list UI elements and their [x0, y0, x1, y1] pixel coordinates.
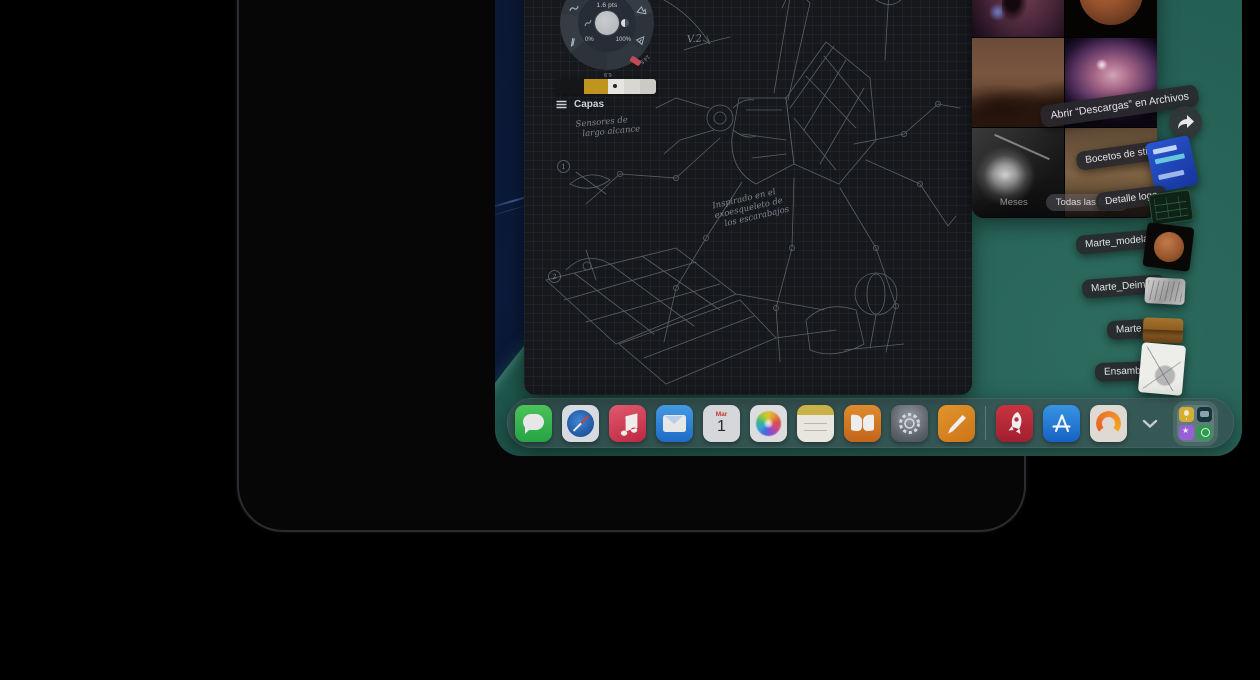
app-library-button[interactable] — [1173, 401, 1218, 446]
linea-sketch-app-icon[interactable] — [938, 405, 975, 442]
swatch-gold[interactable] — [584, 79, 608, 94]
max-opacity-label: 100% — [616, 37, 631, 43]
pen-diagonal-icon — [938, 405, 975, 442]
mini-star-icon — [1179, 425, 1194, 440]
messages-app-icon[interactable] — [515, 405, 552, 442]
app-store-app-icon[interactable] — [1043, 405, 1080, 442]
calendar-app-icon[interactable]: Mar 1 — [703, 405, 740, 442]
concepts-c-swirl-icon — [1096, 411, 1121, 436]
app-store-a-icon — [1043, 405, 1080, 442]
layers-label: Capas — [574, 99, 604, 110]
dock-divider — [985, 406, 986, 440]
annotation-version: V.2 — [687, 33, 703, 46]
mini-camera-icon — [1197, 407, 1212, 422]
forward-arrow-icon — [1177, 115, 1194, 130]
envelope-icon — [663, 415, 686, 432]
mars-globe — [1079, 0, 1143, 25]
drag-thumb-green-logo[interactable] — [1148, 189, 1194, 226]
calendar-day: 1 — [717, 419, 726, 436]
settings-app-icon[interactable] — [891, 405, 928, 442]
color-swatch-strip[interactable] — [556, 79, 656, 94]
music-note-icon — [609, 405, 646, 442]
swatch-black[interactable] — [556, 79, 584, 94]
swatch-light-gray[interactable] — [624, 79, 640, 94]
drag-thumb-mars-painting[interactable] — [1143, 317, 1184, 343]
stage: Escarabajo_azu... 59% 90° PR — [0, 0, 1260, 680]
drag-thumb-deimos-sketch[interactable] — [1144, 277, 1185, 305]
mini-clock-icon — [1197, 425, 1212, 440]
segment-months[interactable]: Meses — [1000, 197, 1028, 208]
app-library-icon — [1177, 405, 1214, 442]
music-app-icon[interactable] — [609, 405, 646, 442]
chevron-down-icon[interactable] — [1137, 419, 1163, 428]
contrast-icon[interactable] — [621, 19, 629, 27]
photo-thumbnail-mars-globe[interactable] — [1065, 0, 1157, 37]
mail-app-icon[interactable] — [656, 405, 693, 442]
layers-button[interactable]: Capas — [556, 99, 604, 110]
min-opacity-label: 0% — [585, 37, 594, 43]
hamburger-icon — [556, 100, 567, 109]
chat-bubble-icon — [523, 414, 544, 430]
photo-thumbnail-horsehead-nebula[interactable] — [972, 0, 1064, 37]
stroke-size-readout: 1.6 pts — [578, 2, 636, 9]
swatch-gray[interactable] — [640, 79, 656, 94]
safari-app-icon[interactable] — [562, 405, 599, 442]
photos-flower-icon — [756, 411, 781, 436]
concepts-tool-wheel[interactable]: 1.6 1.3 3.5 6.9 14.5 — [560, 0, 654, 70]
active-color-puck[interactable] — [595, 11, 619, 35]
mini-lightbulb-icon — [1179, 407, 1194, 422]
swatch-cream-selected[interactable] — [608, 79, 624, 94]
share-forward-button[interactable] — [1169, 106, 1202, 139]
ipad-device-frame: Escarabajo_azu... 59% 90° PR — [237, 0, 1026, 532]
brush-mini-icon — [584, 19, 592, 27]
notes-app-icon[interactable] — [797, 405, 834, 442]
drag-thumb-assembly-sketch[interactable] — [1138, 342, 1186, 396]
rocket-app-icon[interactable] — [996, 405, 1033, 442]
open-book-icon — [851, 414, 862, 431]
ipad-screen: Escarabajo_azu... 59% 90° PR — [495, 0, 1242, 456]
books-app-icon[interactable] — [844, 405, 881, 442]
concepts-drawing-app-window[interactable]: Escarabajo_azu... 59% 90° PR — [524, 0, 972, 395]
airbrush-icon[interactable] — [636, 5, 647, 15]
drag-thumb-mars-model[interactable] — [1142, 222, 1194, 271]
rocket-icon — [996, 405, 1033, 442]
gear-icon — [891, 405, 928, 442]
dock: Mar 1 — [507, 398, 1234, 448]
tool-size-bottom: 6.9 — [604, 71, 612, 77]
photos-app-icon[interactable] — [750, 405, 787, 442]
concepts-app-icon[interactable] — [1090, 405, 1127, 442]
